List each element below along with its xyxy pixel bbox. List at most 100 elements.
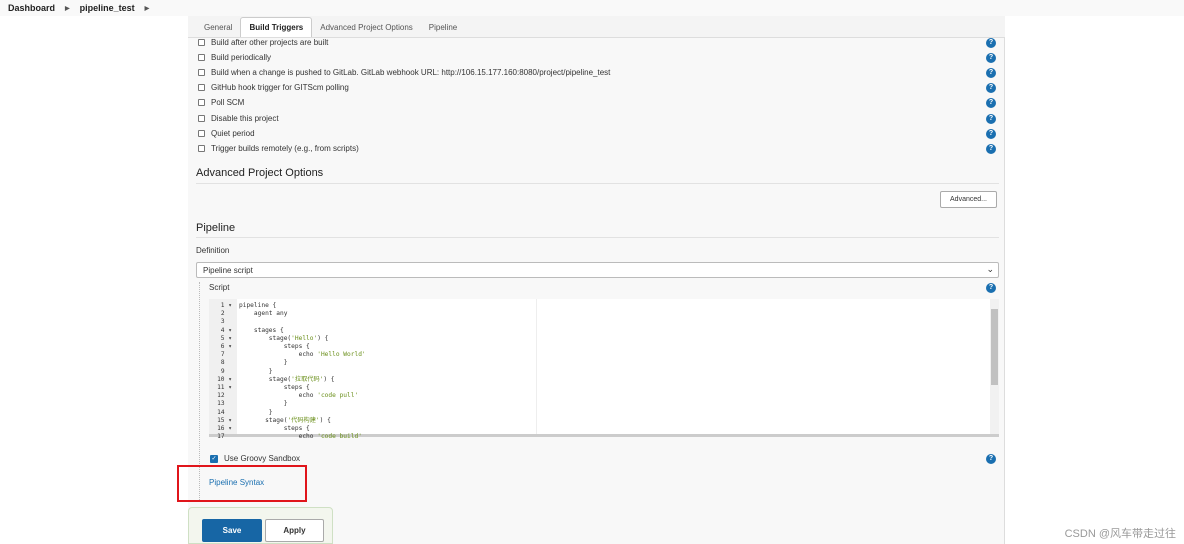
divider bbox=[196, 183, 999, 184]
code-line: 7 echo 'Hello World' bbox=[209, 351, 366, 359]
checkbox[interactable] bbox=[198, 129, 205, 137]
line-number: 8 bbox=[220, 359, 225, 367]
advanced-button[interactable]: Advanced... bbox=[940, 191, 997, 208]
help-icon[interactable]: ? bbox=[986, 454, 996, 464]
line-number: 16 ▾ bbox=[217, 425, 232, 433]
chevron-down-icon: ⌄ bbox=[986, 264, 994, 274]
code-line: 12 echo 'code pull' bbox=[209, 392, 366, 400]
fold-icon[interactable]: ▾ bbox=[228, 343, 232, 350]
line-number: 9 bbox=[220, 367, 225, 375]
chevron-right-icon[interactable]: ▶ bbox=[65, 5, 70, 12]
checkbox[interactable] bbox=[198, 114, 205, 122]
code-line: 14 } bbox=[209, 409, 366, 417]
apply-button[interactable]: Apply bbox=[265, 519, 324, 542]
chevron-right-icon[interactable]: ▶ bbox=[145, 5, 150, 12]
trigger-option[interactable]: Build periodically bbox=[198, 53, 998, 62]
config-panel: General Build Triggers Advanced Project … bbox=[188, 16, 1005, 544]
fold-icon[interactable]: ▾ bbox=[228, 376, 232, 383]
definition-value: Pipeline script bbox=[203, 266, 253, 275]
tab-general[interactable]: General bbox=[196, 18, 240, 37]
checkbox-checked-icon[interactable]: ✓ bbox=[210, 454, 218, 463]
help-icon[interactable]: ? bbox=[986, 113, 996, 124]
script-label: Script bbox=[209, 283, 230, 292]
line-number: 3 bbox=[220, 318, 225, 326]
code-line: 8 } bbox=[209, 359, 366, 367]
code-line: 6 ▾ steps { bbox=[209, 343, 366, 351]
checkbox[interactable] bbox=[198, 69, 205, 77]
code-line: 11 ▾ steps { bbox=[209, 384, 366, 392]
trigger-label: Disable this project bbox=[211, 113, 279, 123]
advanced-section-title: Advanced Project Options bbox=[196, 167, 324, 179]
help-icon[interactable]: ? bbox=[986, 38, 996, 48]
trigger-option[interactable]: Poll SCM bbox=[198, 98, 998, 107]
code-line: 10 ▾ stage('拉取代码') { bbox=[209, 376, 366, 384]
print-margin bbox=[536, 299, 537, 434]
line-number: 13 bbox=[217, 400, 225, 408]
trigger-option[interactable]: Build when a change is pushed to GitLab.… bbox=[198, 68, 998, 77]
fold-icon[interactable]: ▾ bbox=[228, 302, 232, 309]
groovy-sandbox-option[interactable]: ✓ Use Groovy Sandbox bbox=[210, 454, 300, 463]
trigger-option[interactable]: Quiet period bbox=[198, 129, 998, 138]
trigger-label: Poll SCM bbox=[211, 98, 245, 108]
trigger-option[interactable]: Build after other projects are built bbox=[198, 38, 998, 47]
fold-icon[interactable]: ▾ bbox=[228, 417, 232, 424]
line-number: 2 bbox=[220, 310, 225, 318]
line-number: 6 ▾ bbox=[220, 343, 232, 351]
breadcrumb-dashboard[interactable]: Dashboard bbox=[8, 3, 55, 13]
code-line: 3 bbox=[209, 318, 366, 326]
code-line: 17 echo 'code build' bbox=[209, 433, 366, 441]
trigger-label: Build periodically bbox=[211, 53, 272, 63]
checkbox[interactable] bbox=[198, 54, 205, 62]
breadcrumb-pipeline-test[interactable]: pipeline_test bbox=[80, 3, 135, 13]
scrollbar-thumb[interactable] bbox=[991, 309, 998, 385]
save-button[interactable]: Save bbox=[202, 519, 262, 542]
line-number: 5 ▾ bbox=[220, 334, 232, 342]
trigger-label: Trigger builds remotely (e.g., from scri… bbox=[211, 143, 359, 153]
checkbox[interactable] bbox=[198, 99, 205, 107]
trigger-label: Build after other projects are built bbox=[211, 38, 329, 47]
fold-icon[interactable]: ▾ bbox=[228, 335, 232, 342]
editor-code[interactable]: 1 ▾ pipeline {2 agent any 3 4 ▾ stages {5 … bbox=[209, 302, 366, 441]
groovy-sandbox-label: Use Groovy Sandbox bbox=[224, 454, 301, 463]
definition-select[interactable]: Pipeline script ⌄ bbox=[196, 262, 999, 278]
help-icon[interactable]: ? bbox=[986, 128, 996, 139]
checkbox[interactable] bbox=[198, 39, 205, 46]
script-editor[interactable]: 1 ▾ pipeline {2 agent any 3 4 ▾ stages {5 … bbox=[209, 299, 999, 440]
line-number: 15 ▾ bbox=[217, 416, 232, 424]
help-icon[interactable]: ? bbox=[986, 283, 996, 293]
fold-icon[interactable]: ▾ bbox=[228, 327, 232, 334]
tab-bar: General Build Triggers Advanced Project … bbox=[188, 16, 1005, 38]
checkbox[interactable] bbox=[198, 84, 205, 92]
line-number: 11 ▾ bbox=[217, 384, 232, 392]
code-line: 16 ▾ steps { bbox=[209, 425, 366, 433]
tab-advanced-project-options[interactable]: Advanced Project Options bbox=[312, 18, 421, 37]
definition-label: Definition bbox=[196, 246, 230, 255]
trigger-option[interactable]: Disable this project bbox=[198, 114, 998, 123]
trigger-option[interactable]: GitHub hook trigger for GITScm polling bbox=[198, 83, 998, 92]
code-line: 2 agent any bbox=[209, 310, 366, 318]
tab-pipeline[interactable]: Pipeline bbox=[421, 18, 465, 37]
fold-icon[interactable]: ▾ bbox=[228, 384, 232, 391]
code-line: 5 ▾ stage('Hello') { bbox=[209, 335, 366, 343]
tab-build-triggers[interactable]: Build Triggers bbox=[240, 17, 313, 37]
line-number: 17 bbox=[217, 433, 225, 441]
divider bbox=[196, 237, 999, 238]
pipeline-section-title: Pipeline bbox=[196, 222, 236, 234]
trigger-label: GitHub hook trigger for GITScm polling bbox=[211, 83, 349, 93]
line-number: 10 ▾ bbox=[217, 375, 232, 383]
highlight-box bbox=[177, 465, 307, 502]
checkbox[interactable] bbox=[198, 144, 205, 152]
breadcrumb: Dashboard ▶ pipeline_test ▶ bbox=[0, 0, 1184, 16]
line-number: 14 bbox=[217, 408, 225, 416]
line-number: 7 bbox=[220, 351, 225, 359]
fold-icon[interactable]: ▾ bbox=[228, 425, 232, 432]
form-footer: Save Apply bbox=[188, 507, 333, 544]
editor-scrollbar[interactable] bbox=[990, 299, 999, 434]
trigger-option[interactable]: Trigger builds remotely (e.g., from scri… bbox=[198, 144, 998, 153]
code-line: 13 } bbox=[209, 400, 366, 408]
line-number: 1 ▾ bbox=[220, 302, 232, 309]
code-line: 15 ▾ stage('代码构建') { bbox=[209, 417, 366, 425]
help-icon[interactable]: ? bbox=[986, 143, 996, 154]
code-line: 4 ▾ stages { bbox=[209, 327, 366, 335]
trigger-label: Quiet period bbox=[211, 128, 255, 138]
